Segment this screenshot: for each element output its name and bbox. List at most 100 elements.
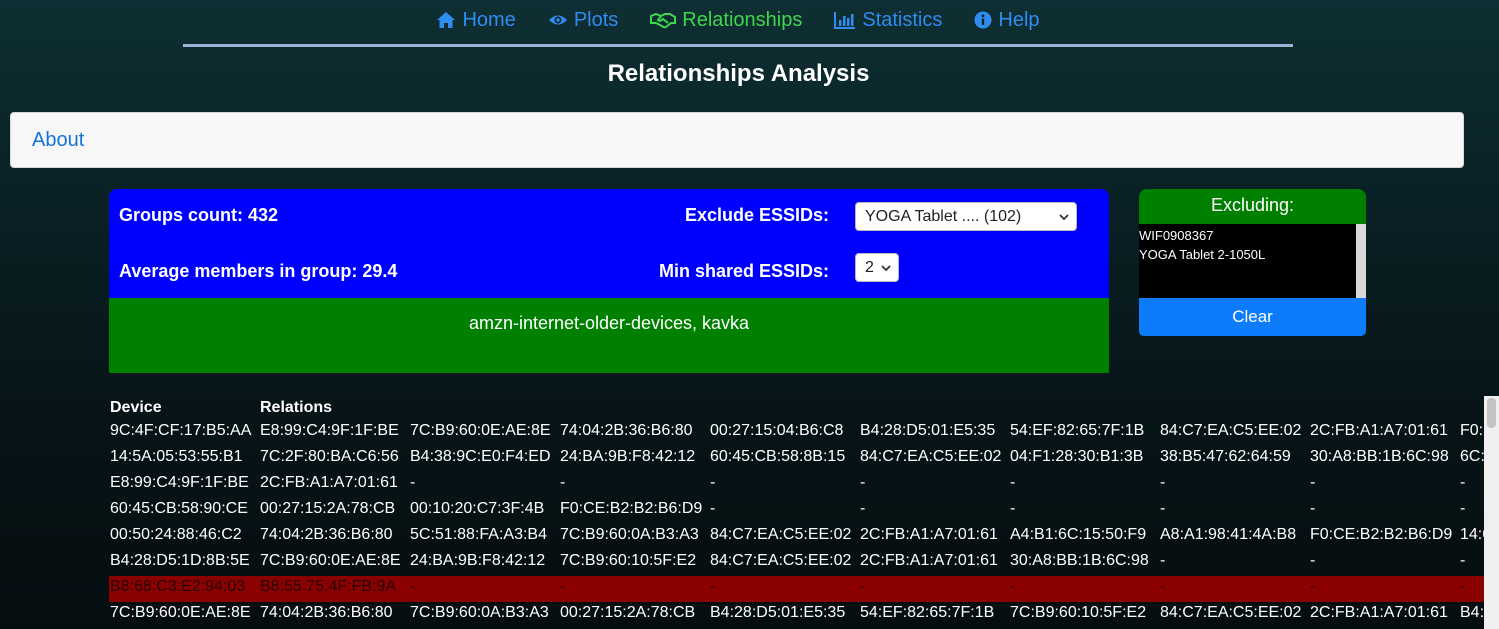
relation-cell: - [1460,578,1466,595]
relation-cell: - [1460,552,1466,569]
relation-cell: - [1460,474,1466,491]
relation-cell: 74:04:2B:36:B6:80 [260,604,393,621]
info-icon [974,11,992,29]
eye-icon [548,15,567,25]
table-body: 9C:4F:CF:17:B5:AA E8:99:C4:9F:1F:BE 7C:B9:… [109,420,1499,628]
relation-cell: - [1010,474,1016,491]
relation-cell: 7C:B9:60:0E:AE:8E [410,422,551,439]
relation-cell: - [1160,578,1166,595]
relation-cell: 00:27:15:04:B6:C8 [710,422,844,439]
top-nav: Home Plots Relationships Statistics Help [183,0,1293,47]
relation-cell: 24:BA:9B:F8:42:12 [410,552,546,569]
nav-relationships[interactable]: Relationships [650,0,802,40]
clear-button[interactable]: Clear [1139,298,1366,336]
nav-relationships-label: Relationships [682,8,803,31]
relation-cell: 30:A8:BB:1B:6C:98 [1010,552,1149,569]
excluding-list[interactable]: WIF0908367 YOGA Tablet 2-1050L [1139,224,1366,298]
nav-help-label: Help [998,8,1040,31]
table-row-highlighted[interactable]: B8:68:C3:E2:94:03 B8:55:75:4F:FB:9A - - - - - -… [109,576,1499,602]
relation-cell: - [1160,474,1166,491]
relation-cell: B4:28:D5:01:E5:35 [860,422,996,439]
device-column-header: Device [110,399,162,416]
bar-chart-icon [834,12,856,29]
relation-cell: A4:B1:6C:15:50:F9 [1010,526,1147,543]
exclude-essids-label: Exclude ESSIDs: [684,205,829,225]
relation-cell: 7C:B9:60:0A:B3:A3 [410,604,549,621]
relation-cell: 7C:B9:60:10:5F:E2 [1010,604,1147,621]
table-row[interactable]: E8:99:C4:9F:1F:BE 2C:FB:A1:A7:01:61- - - - - -… [109,472,1499,498]
average-members: Average members in group: 29.4 [119,261,398,281]
excluding-item[interactable]: WIF0908367 [1139,226,1366,245]
relation-cell: - [560,474,566,491]
excluding-scrollbar[interactable] [1356,224,1366,298]
nav-home-label: Home [462,8,516,31]
relation-cell: 7C:2F:80:BA:C6:56 [260,448,399,465]
relation-cell: 24:BA:9B:F8:42:12 [560,448,696,465]
home-icon [437,12,456,28]
shared-essids-bar: amzn-internet-older-devices, kavka [109,298,1109,373]
relation-cell: 7C:B9:60:0A:B3:A3 [560,526,699,543]
relation-cell: 74:04:2B:36:B6:80 [560,422,693,439]
relation-cell: - [860,578,866,595]
device-cell: B8:68:C3:E2:94:03 [110,578,246,595]
relation-cell: - [860,500,866,517]
relation-cell: F0:CE:B2:B2:B6:D9 [1310,526,1453,543]
table-row[interactable]: 00:50:24:88:46:C2 74:04:2B:36:B6:80 5C:51:… [109,524,1499,550]
table-row[interactable]: 9C:4F:CF:17:B5:AA E8:99:C4:9F:1F:BE 7C:B9:… [109,420,1499,446]
relation-cell: B4: [1460,604,1485,621]
table-row[interactable]: 7C:B9:60:0E:AE:8E 74:04:2B:36:B6:80 7C:B9:… [109,602,1499,628]
device-cell: 60:45:CB:58:90:CE [110,500,248,517]
excluding-box: Excluding: WIF0908367 YOGA Tablet 2-1050… [1139,189,1366,336]
shared-essids-text: amzn-internet-older-devices, kavka [468,313,750,333]
device-cell: 14:5A:05:53:55:B1 [110,448,243,465]
relation-cell: - [1310,552,1316,569]
device-cell: 00:50:24:88:46:C2 [110,526,242,543]
relation-cell: - [1460,500,1466,517]
nav-statistics[interactable]: Statistics [834,0,942,40]
relation-cell: - [1010,500,1016,517]
relation-cell: 54:EF:82:65:7F:1B [1010,422,1145,439]
relation-cell: 84:C7:EA:C5:EE:02 [1160,604,1302,621]
relation-cell: 38:B5:47:62:64:59 [1160,448,1291,465]
relation-cell: 00:27:15:2A:78:CB [560,604,696,621]
device-cell: B4:28:D5:1D:8B:5E [110,552,250,569]
relation-cell: 54:EF:82:65:7F:1B [860,604,995,621]
relations-column-header: Relations [260,399,333,416]
excluding-item[interactable]: YOGA Tablet 2-1050L [1139,245,1366,264]
exclude-essids-select[interactable]: YOGA Tablet .... (102) [855,202,1077,231]
nav-plots[interactable]: Plots [548,0,618,40]
relation-cell: 00:10:20:C7:3F:4B [410,500,545,517]
nav-help[interactable]: Help [974,0,1040,40]
relation-cell: F0:CE:B2:B2:B6:D9 [560,500,703,517]
relation-cell: - [860,474,866,491]
nav-plots-label: Plots [573,8,619,31]
group-panel: Groups count: 432 Average members in gro… [109,189,1109,373]
relation-cell: B4:28:D5:01:E5:35 [710,604,846,621]
relation-cell: E8:99:C4:9F:1F:BE [260,422,399,439]
excluding-title: Excluding: [1139,189,1366,224]
relation-cell: 84:C7:EA:C5:EE:02 [860,448,1002,465]
device-cell: 9C:4F:CF:17:B5:AA [110,422,252,439]
table-row[interactable]: 60:45:CB:58:90:CE 00:27:15:2A:78:CB 00:10:… [109,498,1499,524]
table-row[interactable]: 14:5A:05:53:55:B1 7C:2F:80:BA:C6:56 B4:38:… [109,446,1499,472]
exclude-essids-value: YOGA Tablet .... (102) [865,207,1022,225]
min-shared-label: Min shared ESSIDs: [658,261,829,281]
table-row[interactable]: B4:28:D5:1D:8B:5E 7C:B9:60:0E:AE:8E 24:BA:… [109,550,1499,576]
relation-cell: - [710,500,716,517]
relation-cell: - [410,578,416,595]
min-shared-select[interactable]: 2 [855,253,899,282]
relation-cell: 5C:51:88:FA:A3:B4 [410,526,547,543]
about-link[interactable]: About [32,129,84,152]
scrollbar-thumb[interactable] [1487,398,1496,428]
groups-count: Groups count: 432 [119,205,279,225]
min-shared-value: 2 [865,258,874,276]
nav-home[interactable]: Home [436,0,516,40]
relation-cell: - [710,474,716,491]
relation-cell: 6C: [1460,448,1485,465]
relation-cell: 74:04:2B:36:B6:80 [260,526,393,543]
relation-cell: 2C:FB:A1:A7:01:61 [860,552,998,569]
relation-cell: 04:F1:28:30:B1:3B [1010,448,1144,465]
relation-cell: 2C:FB:A1:A7:01:61 [860,526,998,543]
relations-table: Device Relations 9C:4F:CF:17:B5:AA E8:99:… [109,396,1499,628]
table-scrollbar[interactable] [1484,396,1499,629]
